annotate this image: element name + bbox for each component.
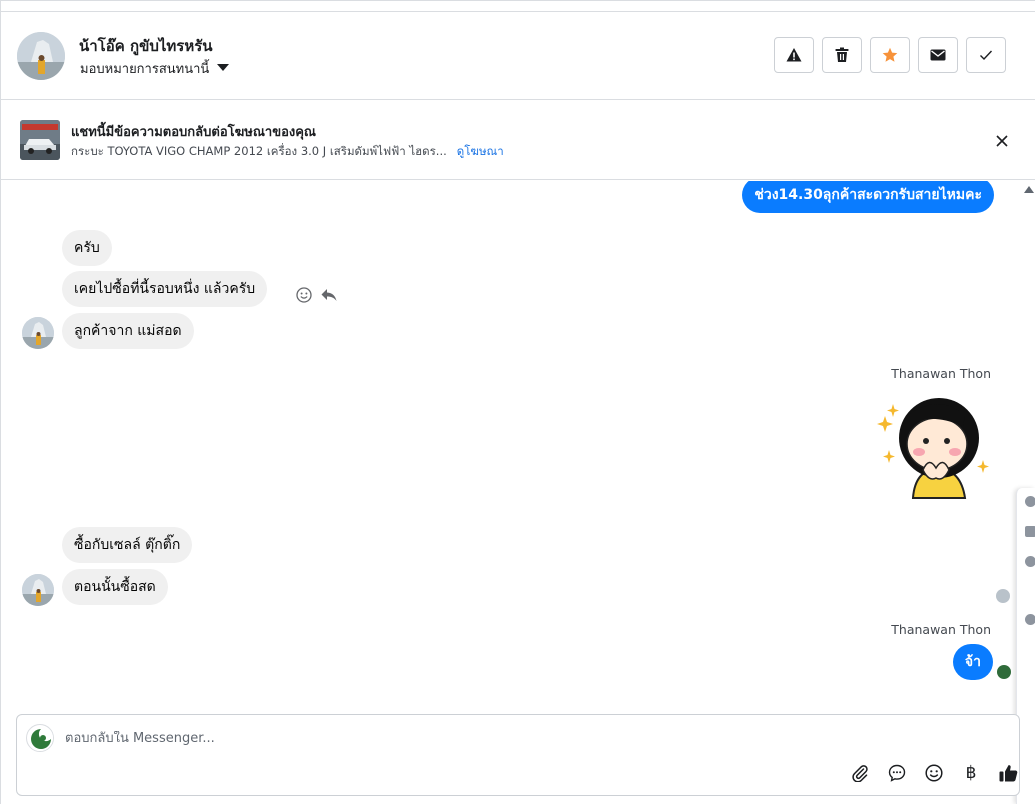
- seen-avatar: [996, 589, 1010, 603]
- contact-name[interactable]: น้าโอ๊ค กูขับไทรหรัน: [79, 34, 213, 58]
- thumbs-up-icon: [999, 765, 1017, 782]
- ad-banner-description: กระบะ TOYOTA VIGO CHAMP 2012 เครื่อง 3.0…: [71, 143, 504, 161]
- emoji-reaction-icon[interactable]: [296, 287, 312, 303]
- message-bubble-outgoing[interactable]: จ้า: [952, 644, 993, 680]
- baht-icon: ฿: [965, 763, 977, 783]
- message-bubble-incoming[interactable]: ครับ: [62, 230, 112, 266]
- paperclip-icon: [852, 765, 868, 782]
- page-avatar: [26, 724, 54, 752]
- check-icon: [980, 50, 993, 61]
- contact-avatar[interactable]: [17, 32, 65, 80]
- scroll-up-arrow-icon[interactable]: [1024, 186, 1034, 193]
- warning-icon: [786, 48, 802, 62]
- trash-icon: [835, 47, 849, 62]
- mark-unread-button[interactable]: [918, 37, 958, 73]
- close-banner-button[interactable]: [991, 130, 1013, 152]
- seen-page-avatar: [997, 665, 1011, 679]
- conversation-header: น้าโอ๊ค กูขับไทรหรัน มอบหมายการสนทนานี้: [1, 11, 1035, 100]
- view-ad-link[interactable]: ดูโฆษณา: [457, 144, 504, 158]
- send-like-button[interactable]: [998, 763, 1018, 783]
- header-actions: [774, 37, 1006, 73]
- saved-replies-button[interactable]: [887, 763, 907, 783]
- side-thumbnail-icon: [1025, 526, 1035, 537]
- delete-button[interactable]: [822, 37, 862, 73]
- reply-composer: ฿: [16, 714, 1020, 796]
- ad-thumbnail[interactable]: [20, 120, 60, 160]
- spam-button[interactable]: [774, 37, 814, 73]
- composer-tools: ฿: [850, 763, 1018, 783]
- message-bubble-incoming[interactable]: ซื้อกับเซลล์ ตุ๊กติ๊ก: [62, 527, 193, 563]
- mark-done-button[interactable]: [966, 37, 1006, 73]
- ad-description-text: กระบะ TOYOTA VIGO CHAMP 2012 เครื่อง 3.0…: [71, 144, 447, 158]
- side-avatar-icon: [1025, 556, 1035, 567]
- side-avatar-icon: [1025, 496, 1035, 507]
- side-avatar-icon: [1025, 614, 1035, 625]
- shy-girl-sticker[interactable]: [873, 390, 993, 500]
- message-input[interactable]: [65, 731, 965, 746]
- contact-avatar-small[interactable]: [22, 574, 54, 606]
- payment-button[interactable]: ฿: [961, 763, 981, 783]
- sender-name: Thanawan Thon: [891, 622, 991, 637]
- follow-up-button[interactable]: [870, 37, 910, 73]
- message-actions: [296, 287, 337, 303]
- message-thread[interactable]: ช่วง14.30ลุกค้าสะดวกรับสายไหมคะ ครับ เคย…: [1, 181, 1035, 711]
- emoji-icon: [925, 764, 943, 782]
- message-bubble-incoming[interactable]: ลูกค้าจาก แม่สอด: [62, 313, 194, 349]
- assign-conversation-dropdown[interactable]: มอบหมายการสนทนานี้: [80, 58, 230, 79]
- attach-button[interactable]: [850, 763, 870, 783]
- close-icon: [996, 135, 1008, 147]
- contact-avatar-small[interactable]: [22, 317, 54, 349]
- message-bubble-incoming[interactable]: เคยไปซื้อที่นี้รอบหนึ่ง แล้วครับ: [62, 271, 268, 307]
- ad-banner-title: แชทนี้มีข้อความตอบกลับต่อโฆษณาของคุณ: [71, 125, 316, 140]
- message-bubble-outgoing[interactable]: ช่วง14.30ลุกค้าสะดวกรับสายไหมคะ: [742, 181, 994, 213]
- star-icon: [882, 47, 898, 62]
- assign-label: มอบหมายการสนทนานี้: [80, 62, 210, 77]
- ad-reply-banner: แชทนี้มีข้อความตอบกลับต่อโฆษณาของคุณ กระ…: [1, 100, 1035, 180]
- emoji-button[interactable]: [924, 763, 944, 783]
- saved-reply-icon: [888, 764, 906, 782]
- message-bubble-incoming[interactable]: ตอนนั้นซื้อสด: [62, 569, 168, 605]
- envelope-icon: [930, 49, 946, 61]
- caret-down-icon: [217, 64, 230, 71]
- reply-icon[interactable]: [321, 288, 337, 302]
- sender-name: Thanawan Thon: [891, 366, 991, 381]
